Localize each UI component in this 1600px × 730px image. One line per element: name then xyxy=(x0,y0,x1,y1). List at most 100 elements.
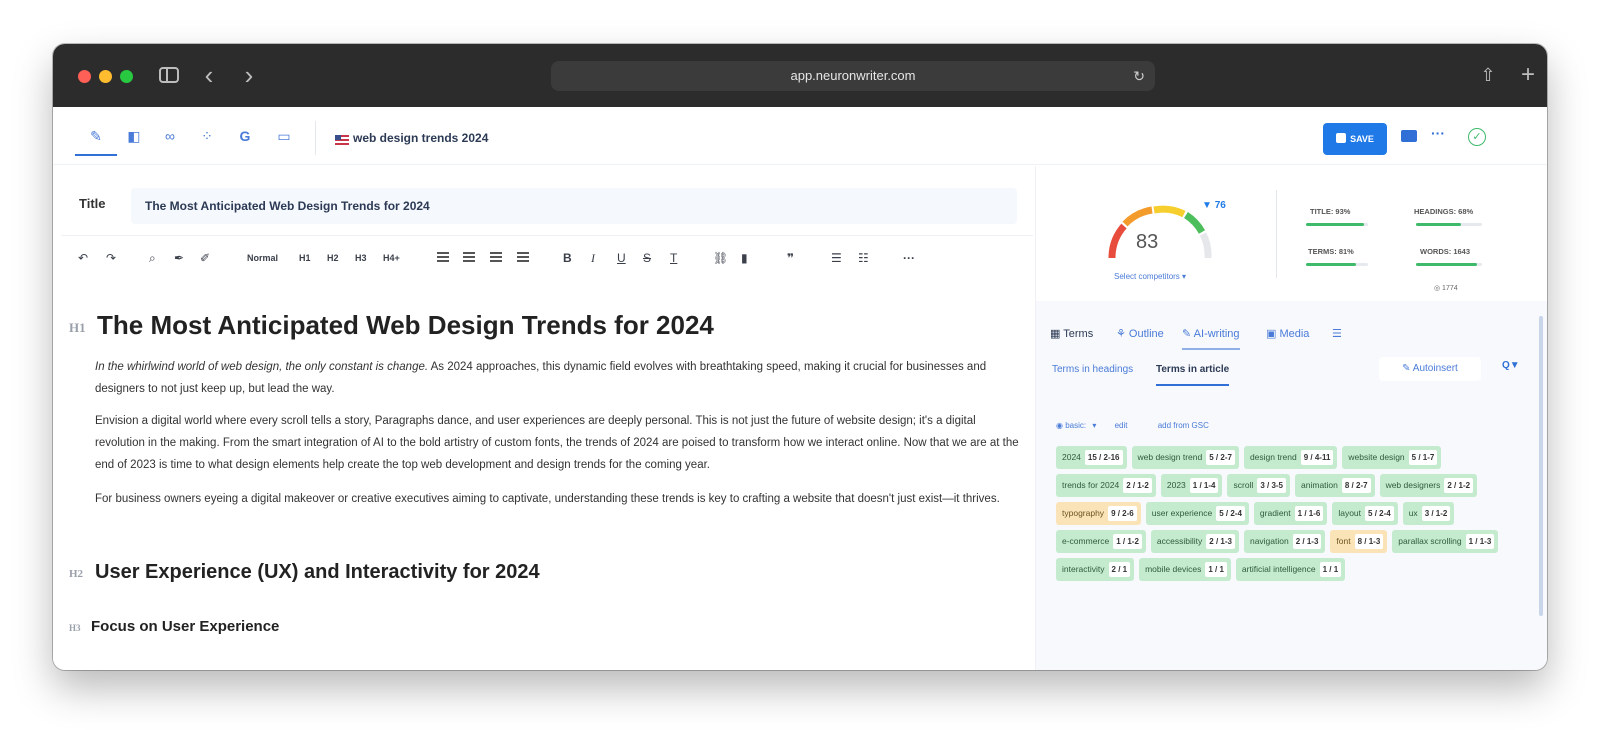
format-h3[interactable]: H3 xyxy=(355,248,367,268)
marker-icon[interactable]: ✒ xyxy=(174,248,184,268)
term-chip[interactable]: mobile devices 1 / 1 xyxy=(1139,558,1231,581)
new-tab-icon[interactable]: + xyxy=(1515,62,1541,88)
search-icon[interactable]: ⌕ xyxy=(149,248,156,268)
paragraph-1[interactable]: In the whirlwind world of web design, th… xyxy=(95,356,1020,400)
tab-terms[interactable]: ▦ Terms xyxy=(1050,327,1093,340)
paragraph-3[interactable]: For business owners eyeing a digital mak… xyxy=(95,488,1020,510)
subtab-terms-in-headings[interactable]: Terms in headings xyxy=(1052,364,1133,375)
app-toolbar: ✎ ◧ ∞ ⁘ G ▭ web design trends 2024 SAVE … xyxy=(53,107,1547,165)
graph-icon[interactable]: ⁘ xyxy=(196,125,218,147)
tab-media[interactable]: ▣ Media xyxy=(1266,327,1309,340)
strikethrough-button[interactable]: S xyxy=(643,248,651,268)
term-chip[interactable]: 2023 1 / 1-4 xyxy=(1160,474,1223,497)
article-h3[interactable]: Focus on User Experience xyxy=(91,618,279,635)
basic-set-selector[interactable]: ◉ basic: xyxy=(1056,421,1086,430)
zoom-window-button[interactable] xyxy=(120,70,133,83)
term-count: 2 / 1-2 xyxy=(1123,478,1152,493)
more-options-icon[interactable]: ··· xyxy=(1431,125,1445,141)
term-label: 2024 xyxy=(1062,452,1081,462)
title-input[interactable]: The Most Anticipated Web Design Trends f… xyxy=(131,188,1017,224)
add-from-gsc-link[interactable]: add from GSC xyxy=(1158,421,1209,430)
italic-button[interactable]: I xyxy=(591,248,595,268)
redo-icon[interactable]: ↷ xyxy=(106,248,116,268)
more-format-icon[interactable]: ··· xyxy=(903,248,915,268)
google-icon[interactable]: G xyxy=(234,125,256,147)
align-right-icon[interactable] xyxy=(490,252,502,264)
clear-format-button[interactable]: T xyxy=(670,248,677,268)
term-label: ux xyxy=(1408,508,1418,518)
term-chip[interactable]: typography 9 / 2-6 xyxy=(1056,502,1141,525)
term-chip[interactable]: gradient 1 / 1-6 xyxy=(1253,502,1328,525)
panel-scrollbar[interactable] xyxy=(1539,316,1543,616)
term-chip[interactable]: font 8 / 1-3 xyxy=(1330,530,1388,553)
align-center-icon[interactable] xyxy=(463,252,475,264)
highlighter-icon[interactable]: ✐ xyxy=(200,248,210,268)
basic-set-arrow[interactable]: ▾ xyxy=(1092,421,1096,430)
bookmark-icon[interactable]: ▮ xyxy=(741,248,748,268)
format-h4[interactable]: H4+ xyxy=(383,248,400,268)
link-icon[interactable]: ⛓ xyxy=(713,248,728,268)
term-chip[interactable]: animation 8 / 2-7 xyxy=(1295,474,1375,497)
close-window-button[interactable] xyxy=(78,70,91,83)
undo-icon[interactable]: ↶ xyxy=(78,248,88,268)
tab-outline[interactable]: ⚘ Outline xyxy=(1116,327,1164,340)
pen-icon[interactable]: ✎ xyxy=(85,125,107,147)
term-chip[interactable]: artificial intelligence 1 / 1 xyxy=(1235,558,1346,581)
target-score: ▼ 76 xyxy=(1202,200,1226,211)
term-count: 5 / 2-4 xyxy=(1216,506,1245,521)
article-h1[interactable]: The Most Anticipated Web Design Trends f… xyxy=(97,310,714,341)
term-chip[interactable]: parallax scrolling 1 / 1-3 xyxy=(1392,530,1499,553)
folder-icon[interactable] xyxy=(1401,130,1417,142)
url-bar[interactable]: app.neuronwriter.com ↻ xyxy=(551,61,1155,91)
align-left-icon[interactable] xyxy=(437,252,449,264)
term-count: 2 / 1 xyxy=(1108,562,1131,577)
numbered-list-icon[interactable]: ☰ xyxy=(831,248,842,268)
search-filter-icon[interactable]: Q▼ xyxy=(1502,360,1520,371)
term-chip[interactable]: interactivity 2 / 1 xyxy=(1056,558,1135,581)
term-count: 1 / 1 xyxy=(1205,562,1227,577)
select-competitors-link[interactable]: Select competitors ▾ xyxy=(1114,272,1186,281)
paragraph-2[interactable]: Envision a digital world where every scr… xyxy=(95,410,1020,476)
chat-icon[interactable]: ▭ xyxy=(273,125,295,147)
format-normal[interactable]: Normal xyxy=(247,248,278,268)
format-h1[interactable]: H1 xyxy=(299,248,311,268)
back-icon[interactable]: ‹ xyxy=(196,62,222,88)
term-chip[interactable]: layout 5 / 2-4 xyxy=(1332,502,1398,525)
article-h2[interactable]: User Experience (UX) and Interactivity f… xyxy=(95,561,540,584)
share-icon[interactable]: ⇧ xyxy=(1475,62,1501,88)
quote-icon[interactable]: ❞ xyxy=(787,248,794,268)
h2-tag: H2 xyxy=(69,568,84,580)
forward-icon[interactable]: › xyxy=(236,62,262,88)
term-chip[interactable]: user experience 5 / 2-4 xyxy=(1145,502,1249,525)
settings-sliders-icon[interactable]: ☰ xyxy=(1332,327,1342,340)
reload-icon[interactable]: ↻ xyxy=(1133,61,1145,91)
term-chip[interactable]: web design trend 5 / 2-7 xyxy=(1131,446,1239,469)
bullet-list-icon[interactable]: ☷ xyxy=(858,248,869,268)
term-chip[interactable]: trends for 2024 2 / 1-2 xyxy=(1056,474,1156,497)
tab-ai-writing[interactable]: ✎ AI-writing xyxy=(1182,327,1240,350)
analytics-icon[interactable]: ◧ xyxy=(123,125,145,147)
term-chip[interactable]: 2024 15 / 2-16 xyxy=(1056,446,1127,469)
format-h2[interactable]: H2 xyxy=(327,248,339,268)
underline-button[interactable]: U xyxy=(617,248,626,268)
term-chip[interactable]: e-commerce 1 / 1-2 xyxy=(1056,530,1146,553)
bold-button[interactable]: B xyxy=(563,248,572,268)
term-chip[interactable]: navigation 2 / 1-3 xyxy=(1243,530,1326,553)
save-button[interactable]: SAVE xyxy=(1323,123,1387,155)
term-chip[interactable]: ux 3 / 1-2 xyxy=(1402,502,1455,525)
edit-terms-link[interactable]: edit xyxy=(1115,421,1128,430)
term-chip[interactable]: design trend 9 / 4-11 xyxy=(1243,446,1338,469)
metric-title-bar xyxy=(1306,223,1368,226)
subtab-terms-in-article[interactable]: Terms in article xyxy=(1156,364,1230,386)
minimize-window-button[interactable] xyxy=(99,70,112,83)
autoinsert-button[interactable]: ✎ Autoinsert xyxy=(1379,357,1481,381)
editor-content[interactable]: H1 The Most Anticipated Web Design Trend… xyxy=(53,296,1035,670)
term-chip[interactable]: accessibility 2 / 1-3 xyxy=(1150,530,1239,553)
link-icon[interactable]: ∞ xyxy=(159,125,181,147)
align-justify-icon[interactable] xyxy=(517,252,529,264)
term-chip[interactable]: website design 5 / 1-7 xyxy=(1342,446,1442,469)
term-chip[interactable]: web designers 2 / 1-2 xyxy=(1379,474,1478,497)
term-label: website design xyxy=(1348,452,1405,462)
term-count: 2 / 1-2 xyxy=(1444,478,1474,493)
term-chip[interactable]: scroll 3 / 3-5 xyxy=(1227,474,1291,497)
